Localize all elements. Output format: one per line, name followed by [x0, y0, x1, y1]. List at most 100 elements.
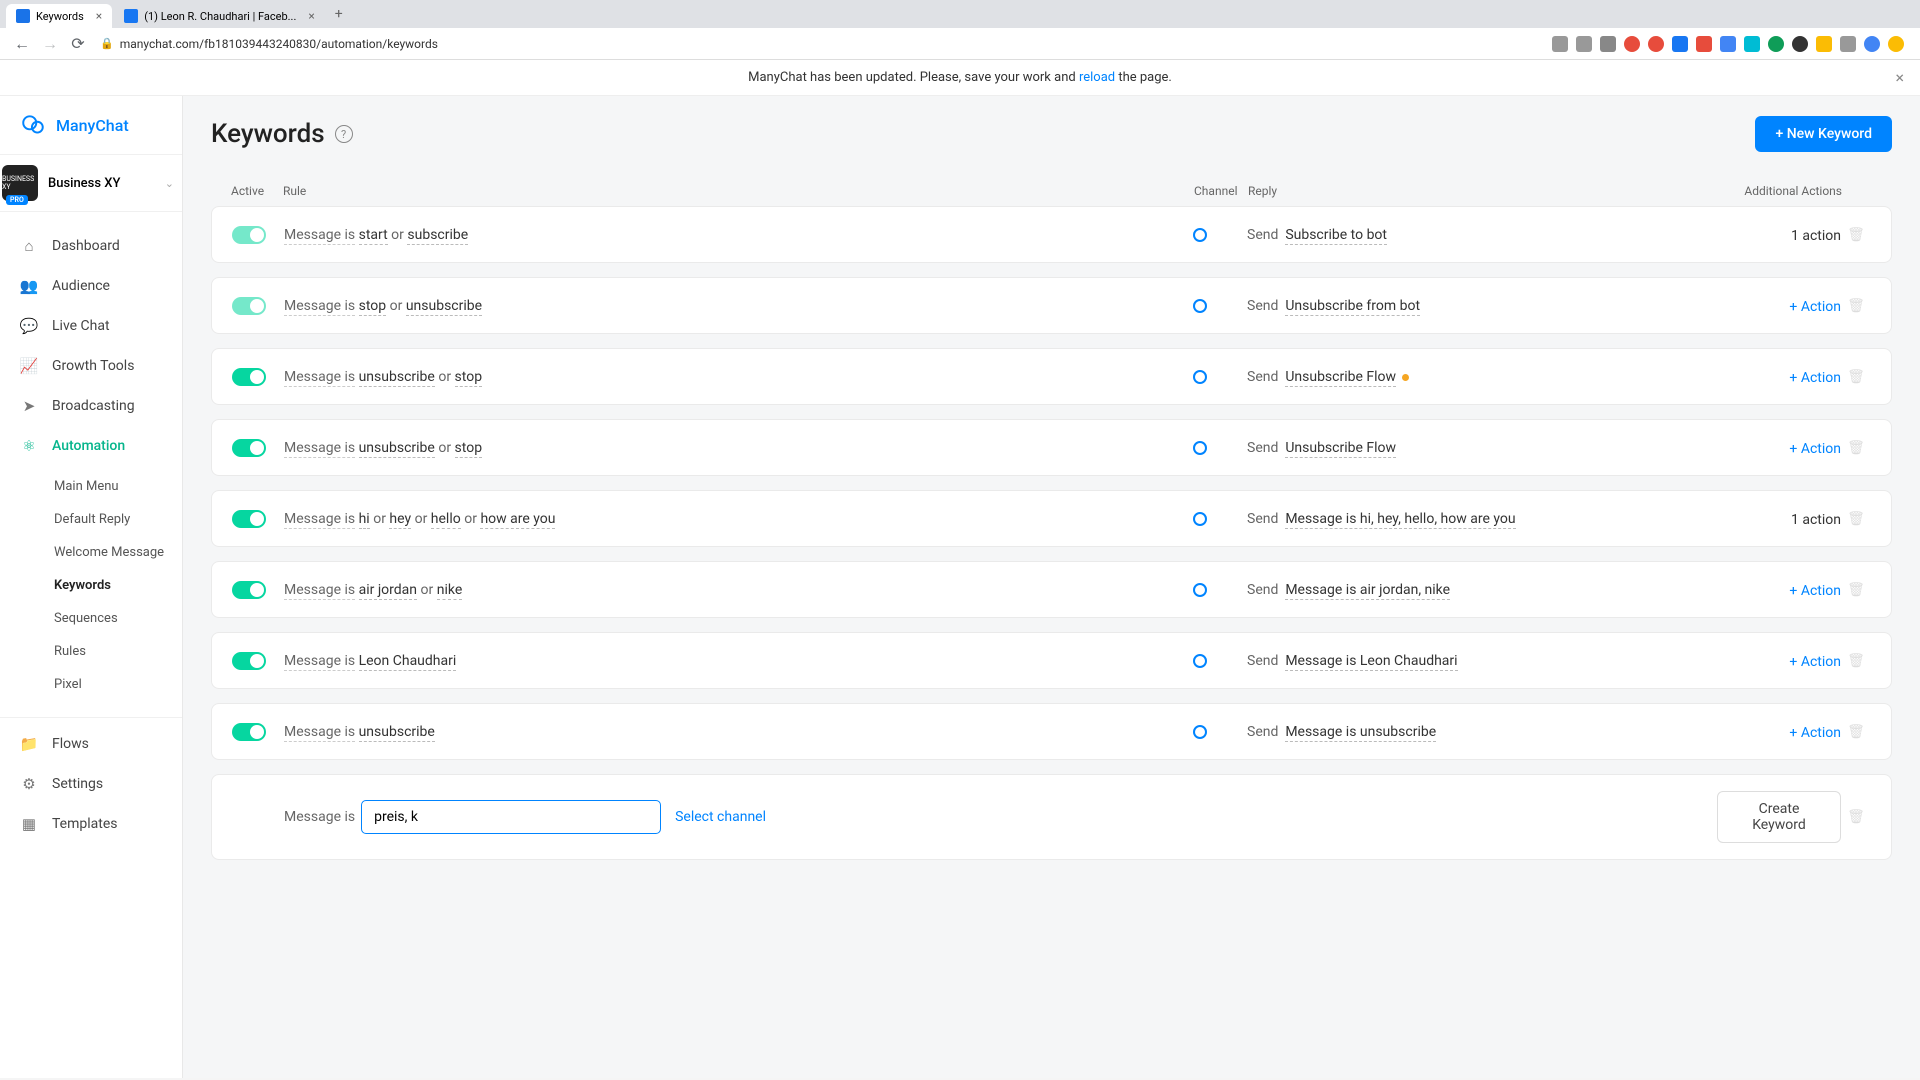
active-toggle[interactable]	[232, 368, 266, 386]
workspace-selector[interactable]: BUSINESS XY PRO Business XY ⌄	[0, 154, 182, 212]
reload-link[interactable]: reload	[1079, 70, 1115, 85]
trash-icon[interactable]: 🗑	[1841, 369, 1871, 385]
channel-icon[interactable]	[1193, 299, 1207, 313]
subnav-welcome-message[interactable]: Welcome Message	[54, 536, 182, 569]
select-channel-link[interactable]: Select channel	[675, 809, 766, 825]
active-toggle[interactable]	[232, 297, 266, 315]
rule-text[interactable]: Message is stop or unsubscribe	[284, 298, 1193, 314]
channel-icon[interactable]	[1193, 583, 1207, 597]
new-tab-button[interactable]: +	[335, 6, 343, 22]
active-toggle[interactable]	[232, 581, 266, 599]
reload-button[interactable]: ⟳	[68, 34, 88, 54]
subnav-default-reply[interactable]: Default Reply	[54, 503, 182, 536]
reply-text[interactable]: Send Message is air jordan, nike	[1247, 582, 1717, 598]
rule-text[interactable]: Message is unsubscribe or stop	[284, 440, 1193, 456]
subnav-keywords[interactable]: Keywords	[54, 569, 182, 602]
keyword-rule-row[interactable]: Message is hi or hey or hello or how are…	[211, 490, 1892, 547]
ext-icon[interactable]	[1768, 36, 1784, 52]
reply-text[interactable]: Send Message is unsubscribe	[1247, 724, 1717, 740]
rule-text[interactable]: Message is Leon Chaudhari	[284, 653, 1193, 669]
keyword-rule-row[interactable]: Message is unsubscribe or stop Send Unsub…	[211, 419, 1892, 476]
sidebar-item-templates[interactable]: ▦ Templates	[0, 804, 182, 844]
trash-icon[interactable]: 🗑	[1841, 227, 1871, 243]
ext-icon[interactable]	[1624, 36, 1640, 52]
active-toggle[interactable]	[232, 439, 266, 457]
channel-icon[interactable]	[1193, 654, 1207, 668]
sidebar-item-automation[interactable]: ⚛ Automation	[0, 426, 182, 466]
back-button[interactable]: ←	[12, 34, 32, 54]
rule-text[interactable]: Message is air jordan or nike	[284, 582, 1193, 598]
active-toggle[interactable]	[232, 510, 266, 528]
url-field[interactable]: 🔒 manychat.com/fb181039443240830/automat…	[92, 37, 1552, 51]
close-icon[interactable]: ×	[308, 9, 314, 23]
reply-text[interactable]: Send Message is Leon Chaudhari	[1247, 653, 1717, 669]
trash-icon[interactable]: 🗑	[1841, 511, 1871, 527]
keyword-rule-row[interactable]: Message is Leon Chaudhari Send Message is…	[211, 632, 1892, 689]
rule-text[interactable]: Message is hi or hey or hello or how are…	[284, 511, 1193, 527]
create-keyword-button[interactable]: Create Keyword	[1717, 791, 1841, 843]
forward-button[interactable]: →	[40, 34, 60, 54]
reply-text[interactable]: Send Subscribe to bot	[1247, 227, 1717, 243]
avatar-icon[interactable]	[1864, 36, 1880, 52]
add-action-link[interactable]: + Action	[1789, 441, 1841, 457]
channel-icon[interactable]	[1193, 441, 1207, 455]
ext-icon[interactable]	[1744, 36, 1760, 52]
ext-icon[interactable]	[1576, 36, 1592, 52]
reply-text[interactable]: Send Unsubscribe Flow	[1247, 369, 1717, 385]
reply-text[interactable]: Send Message is hi, hey, hello, how are …	[1247, 511, 1717, 527]
sidebar-item-growth-tools[interactable]: 📈 Growth Tools	[0, 346, 182, 386]
sidebar-item-audience[interactable]: 👥 Audience	[0, 266, 182, 306]
add-action-link[interactable]: + Action	[1789, 725, 1841, 741]
keyword-rule-row[interactable]: Message is stop or unsubscribe Send Unsub…	[211, 277, 1892, 334]
sidebar-item-flows[interactable]: 📁 Flows	[0, 724, 182, 764]
reply-text[interactable]: Send Unsubscribe from bot	[1247, 298, 1717, 314]
trash-icon[interactable]: 🗑	[1841, 653, 1871, 669]
ext-icon[interactable]	[1816, 36, 1832, 52]
new-keyword-button[interactable]: + New Keyword	[1755, 116, 1892, 152]
trash-icon[interactable]: 🗑	[1841, 809, 1871, 825]
channel-icon[interactable]	[1193, 228, 1207, 242]
rule-text[interactable]: Message is unsubscribe	[284, 724, 1193, 740]
action-count[interactable]: 1 action	[1791, 512, 1841, 528]
channel-icon[interactable]	[1193, 512, 1207, 526]
keyword-input[interactable]	[361, 800, 661, 834]
trash-icon[interactable]: 🗑	[1841, 298, 1871, 314]
keyword-rule-row[interactable]: Message is unsubscribe Send Message is un…	[211, 703, 1892, 760]
trash-icon[interactable]: 🗑	[1841, 440, 1871, 456]
ext-icon[interactable]	[1696, 36, 1712, 52]
sidebar-item-broadcasting[interactable]: ➤ Broadcasting	[0, 386, 182, 426]
keyword-rule-row[interactable]: Message is start or subscribeSend Subscr…	[211, 206, 1892, 263]
action-count[interactable]: 1 action	[1791, 228, 1841, 244]
channel-icon[interactable]	[1193, 725, 1207, 739]
reply-text[interactable]: Send Unsubscribe Flow	[1247, 440, 1717, 456]
sidebar-item-dashboard[interactable]: ⌂ Dashboard	[0, 226, 182, 266]
ext-icon[interactable]	[1888, 36, 1904, 52]
subnav-main-menu[interactable]: Main Menu	[54, 470, 182, 503]
browser-tab[interactable]: (1) Leon R. Chaudhari | Faceb... ×	[114, 4, 325, 28]
active-toggle[interactable]	[232, 226, 266, 244]
add-action-link[interactable]: + Action	[1789, 583, 1841, 599]
sidebar-item-live-chat[interactable]: 💬 Live Chat	[0, 306, 182, 346]
ext-icon[interactable]	[1720, 36, 1736, 52]
add-action-link[interactable]: + Action	[1789, 370, 1841, 386]
add-action-link[interactable]: + Action	[1789, 654, 1841, 670]
help-icon[interactable]: ?	[335, 125, 353, 143]
keyword-rule-row[interactable]: Message is unsubscribe or stop Send Unsub…	[211, 348, 1892, 405]
ext-icon[interactable]	[1672, 36, 1688, 52]
add-action-link[interactable]: + Action	[1789, 299, 1841, 315]
rule-text[interactable]: Message is unsubscribe or stop	[284, 369, 1193, 385]
channel-icon[interactable]	[1193, 370, 1207, 384]
active-toggle[interactable]	[232, 652, 266, 670]
subnav-rules[interactable]: Rules	[54, 635, 182, 668]
ext-icon[interactable]	[1552, 36, 1568, 52]
subnav-sequences[interactable]: Sequences	[54, 602, 182, 635]
subnav-pixel[interactable]: Pixel	[54, 668, 182, 701]
trash-icon[interactable]: 🗑	[1841, 582, 1871, 598]
ext-icon[interactable]	[1840, 36, 1856, 52]
sidebar-item-settings[interactable]: ⚙ Settings	[0, 764, 182, 804]
active-toggle[interactable]	[232, 723, 266, 741]
close-icon[interactable]: ×	[96, 9, 102, 23]
trash-icon[interactable]: 🗑	[1841, 724, 1871, 740]
ext-icon[interactable]	[1792, 36, 1808, 52]
close-icon[interactable]: ×	[1895, 68, 1904, 87]
